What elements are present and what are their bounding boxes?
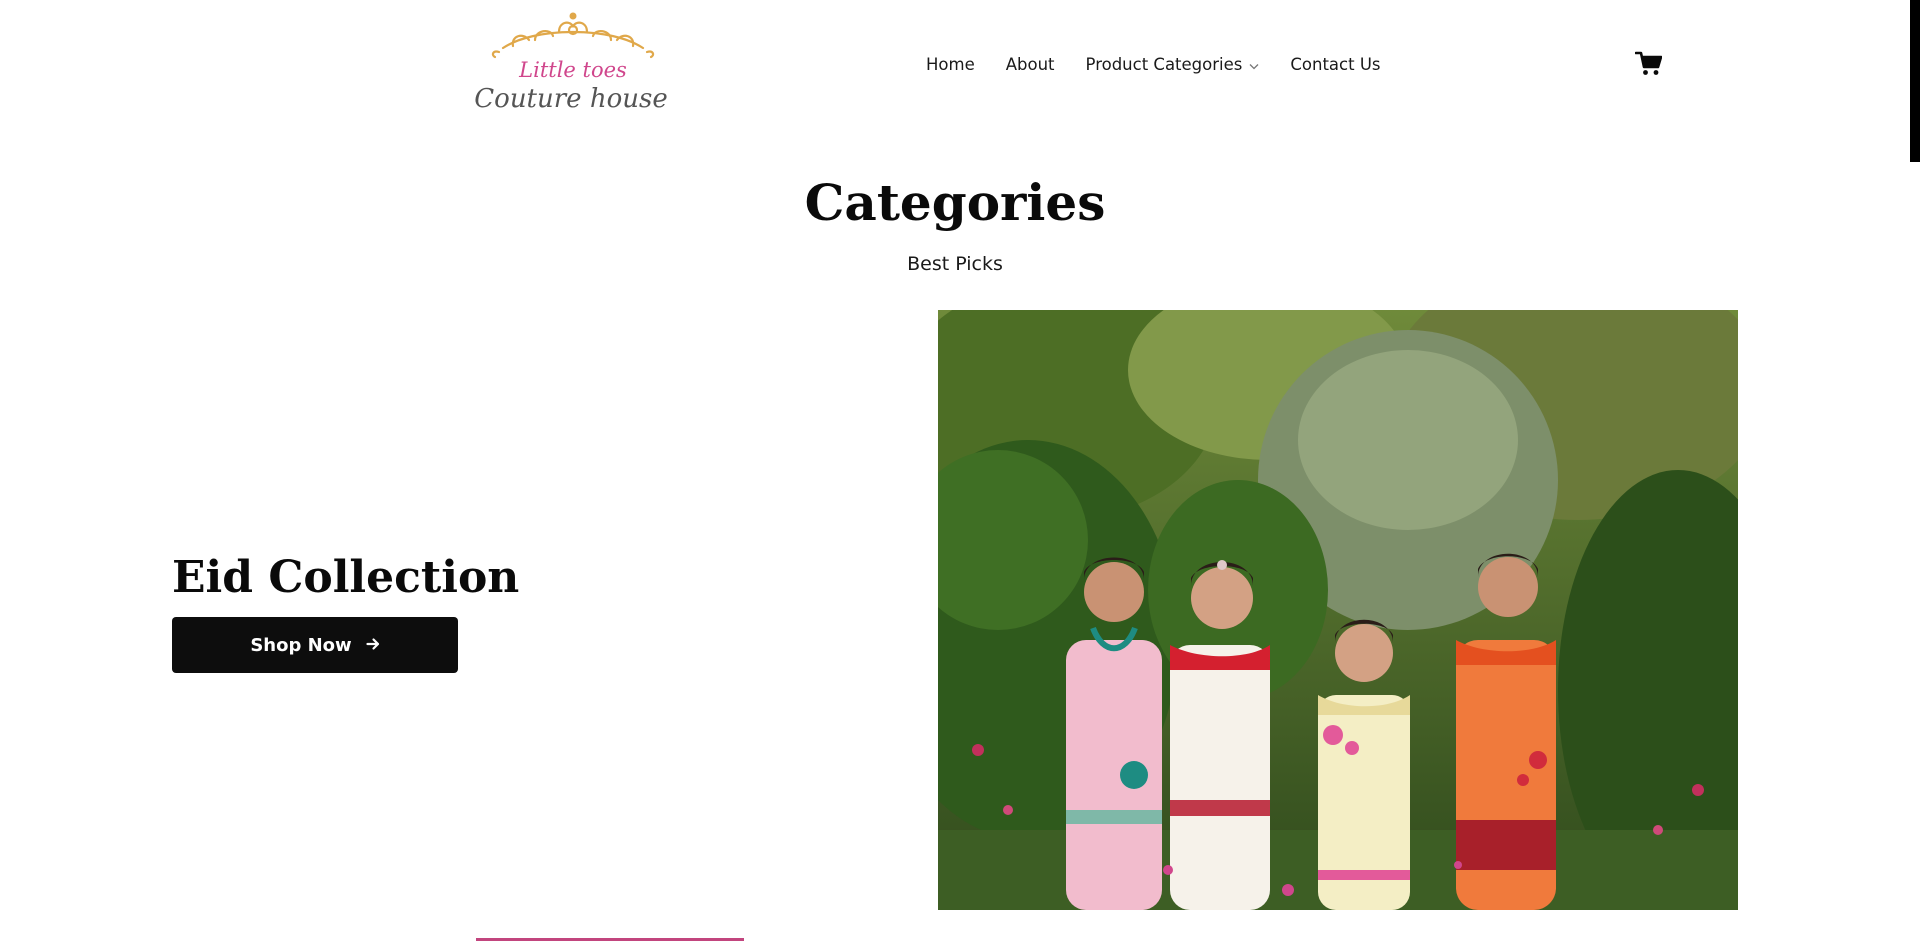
nav-about-label: About — [1005, 54, 1055, 74]
section-title: Categories — [804, 173, 1106, 232]
nav-about[interactable]: About — [1006, 55, 1055, 74]
four-girls-garden-photo — [938, 310, 1738, 910]
chevron-down-icon — [1249, 55, 1259, 74]
nav-home-label: Home — [926, 54, 975, 74]
nav-contact-us-label: Contact Us — [1290, 54, 1381, 74]
nav-contact-us[interactable]: Contact Us — [1290, 55, 1380, 74]
hero-photo[interactable] — [938, 310, 1738, 910]
arrow-right-icon — [366, 635, 380, 656]
nav-product-categories-label: Product Categories — [1085, 54, 1243, 74]
shop-now-label: Shop Now — [250, 634, 352, 656]
promo-title: Eid Collection — [172, 552, 520, 603]
logo-line2: Couture house — [474, 84, 667, 114]
main-nav: Home About Product Categories Contact Us — [926, 52, 1381, 76]
shop-now-button[interactable]: Shop Now — [172, 617, 458, 673]
nav-home[interactable]: Home — [926, 55, 975, 74]
logo-line1: Little toes — [518, 58, 627, 82]
page-scrollbar[interactable] — [1910, 0, 1920, 162]
brand-logo[interactable]: Little toes Couture house — [473, 10, 673, 116]
crown-icon — [491, 12, 655, 59]
cart-icon[interactable] — [1634, 50, 1663, 77]
nav-product-categories[interactable]: Product Categories — [1086, 55, 1260, 74]
section-subtitle: Best Picks — [907, 253, 1003, 275]
